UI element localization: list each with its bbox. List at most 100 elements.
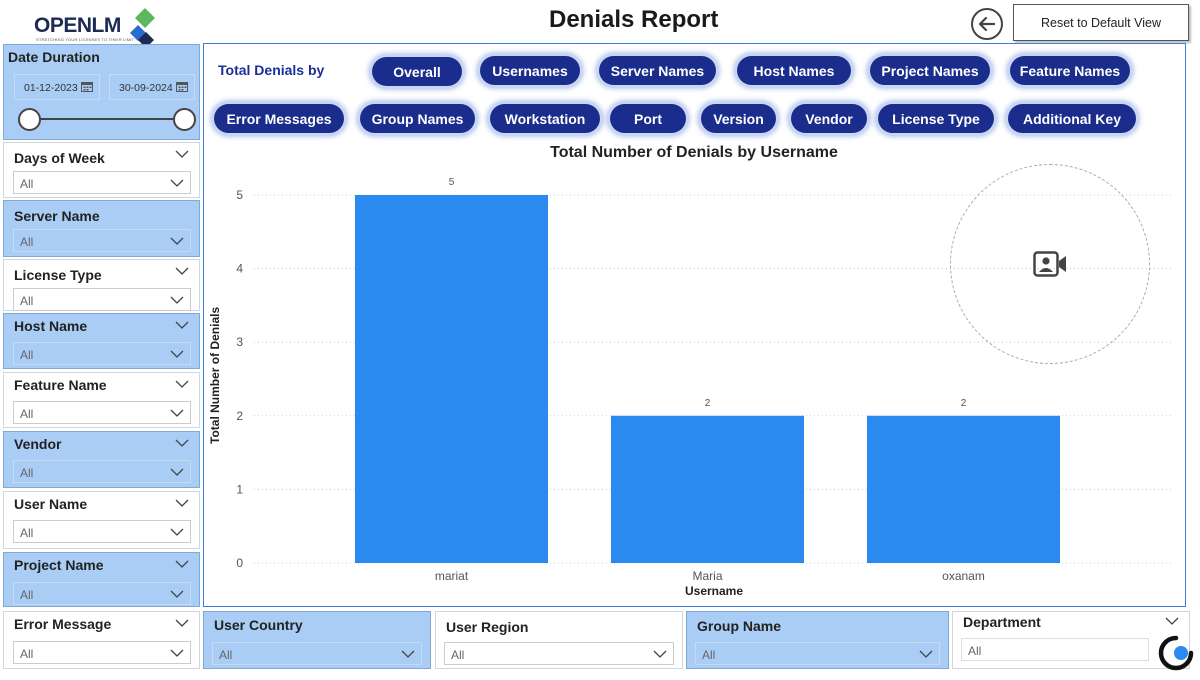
slicer-value: All — [20, 407, 34, 421]
slicer-dropdown[interactable]: All — [13, 229, 191, 252]
slicer-dropdown[interactable]: All — [13, 582, 191, 605]
x-tick-label: oxanam — [942, 569, 985, 583]
slicer-dropdown[interactable]: All — [13, 342, 191, 365]
slicer-value: All — [968, 644, 982, 658]
slicer-dropdown[interactable]: All — [13, 401, 191, 424]
slicer-user-country: User Country All — [203, 611, 431, 669]
slicer-license-type: License Type All — [3, 259, 200, 311]
y-tick-label: 1 — [236, 482, 243, 496]
slicer-value: All — [20, 294, 34, 308]
slicer-label: User Country — [214, 617, 303, 633]
x-tick-label: Maria — [692, 569, 722, 583]
slicer-error-message: Error Message All — [3, 611, 200, 669]
slicer-label: User Region — [446, 619, 529, 635]
x-tick-label: mariat — [435, 569, 469, 583]
slicer-vendor: Vendor All — [3, 431, 200, 488]
logo-text: OPENLM — [34, 14, 121, 37]
chevron-down-icon — [919, 650, 933, 658]
slicer-value: All — [451, 648, 465, 662]
back-button[interactable] — [971, 8, 1003, 40]
bar-oxanam — [867, 415, 1060, 563]
slicer-label: User Name — [14, 496, 88, 512]
x-axis-label: Username — [684, 584, 744, 598]
slicer-label: Group Name — [697, 618, 782, 634]
slicer-value: All — [20, 647, 34, 661]
y-tick-label: 5 — [236, 188, 243, 202]
data-label: 2 — [961, 398, 967, 409]
chevron-down-icon — [170, 528, 184, 536]
chevron-down-icon — [170, 179, 184, 187]
loading-spinner-icon — [1158, 635, 1194, 671]
date-range-start-handle[interactable] — [18, 108, 41, 131]
logo-tagline: STRETCHING YOUR LICENSES TO THEIR LIMIT — [36, 37, 135, 42]
slicer-label: Error Message — [14, 616, 112, 632]
data-label: 2 — [705, 398, 711, 409]
slicer-dropdown[interactable]: All — [13, 288, 191, 311]
calendar-icon — [81, 82, 93, 92]
slicer-server-name: Server Name All — [3, 200, 200, 257]
slicer-dropdown[interactable]: All — [444, 642, 674, 665]
slicer-department: Department All — [952, 611, 1190, 669]
slicer-dropdown[interactable]: All — [13, 171, 191, 194]
slicer-label: Feature Name — [14, 377, 107, 393]
slicer-label: Department — [963, 614, 1041, 630]
slicer-value: All — [20, 235, 34, 249]
chevron-down-icon — [170, 350, 184, 358]
slicer-value: All — [20, 466, 34, 480]
slicer-value: All — [20, 588, 34, 602]
data-label: 5 — [449, 177, 455, 188]
slicer-dropdown[interactable]: All — [695, 642, 940, 665]
chevron-down-icon — [170, 468, 184, 476]
slicer-group-name: Group Name All — [686, 611, 949, 669]
slicer-label: Days of Week — [14, 150, 105, 166]
reset-default-view-button[interactable]: Reset to Default View — [1013, 4, 1189, 41]
chevron-down-icon[interactable] — [1165, 616, 1179, 626]
start-date-value: 01-12-2023 — [24, 82, 78, 94]
slicer-days-of-week: Days of Week All — [3, 142, 200, 198]
slicer-dropdown[interactable]: All — [13, 641, 191, 664]
slicer-label: Host Name — [14, 318, 88, 334]
slicer-value: All — [20, 348, 34, 362]
slicer-user-name: User Name All — [3, 491, 200, 549]
chevron-down-icon[interactable] — [175, 149, 189, 159]
chevron-down-icon — [170, 296, 184, 304]
chevron-down-icon — [170, 237, 184, 245]
chevron-down-icon — [170, 649, 184, 657]
end-date-input[interactable]: 30-09-2024 — [109, 74, 195, 100]
slicer-value: All — [20, 526, 34, 540]
chevron-down-icon — [170, 409, 184, 417]
slicer-dropdown[interactable]: All — [961, 638, 1149, 661]
logo-mark-icon — [130, 8, 155, 48]
slicer-label: Vendor — [14, 436, 62, 452]
chevron-down-icon[interactable] — [175, 618, 189, 628]
slicer-dropdown[interactable]: All — [13, 460, 191, 483]
chevron-down-icon — [170, 590, 184, 598]
slicer-value: All — [702, 648, 716, 662]
chevron-down-icon[interactable] — [175, 438, 189, 448]
arrow-left-icon — [978, 16, 996, 32]
y-tick-label: 0 — [236, 556, 243, 570]
chart-panel: Total Denials by Overall Usernames Serve… — [203, 43, 1186, 607]
calendar-icon — [176, 82, 188, 92]
chevron-down-icon[interactable] — [175, 379, 189, 389]
chevron-down-icon — [401, 650, 415, 658]
slicer-value: All — [20, 177, 34, 191]
chevron-down-icon[interactable] — [175, 498, 189, 508]
page-title: Denials Report — [549, 6, 719, 33]
y-tick-label: 2 — [236, 409, 243, 423]
chevron-down-icon[interactable] — [175, 266, 189, 276]
date-duration-slicer: Date Duration 01-12-2023 30-09-2024 — [3, 44, 200, 140]
video-placeholder[interactable] — [950, 164, 1150, 364]
start-date-input[interactable]: 01-12-2023 — [14, 74, 100, 100]
slicer-dropdown[interactable]: All — [13, 520, 191, 543]
end-date-value: 30-09-2024 — [119, 82, 173, 94]
date-range-end-handle[interactable] — [173, 108, 196, 131]
date-range-track — [32, 118, 188, 120]
slicer-host-name: Host Name All — [3, 313, 200, 369]
y-tick-label: 4 — [236, 262, 243, 276]
y-tick-label: 3 — [236, 335, 243, 349]
chevron-down-icon[interactable] — [175, 559, 189, 569]
chevron-down-icon[interactable] — [175, 320, 189, 330]
slicer-dropdown[interactable]: All — [212, 642, 422, 665]
chevron-down-icon — [653, 650, 667, 658]
